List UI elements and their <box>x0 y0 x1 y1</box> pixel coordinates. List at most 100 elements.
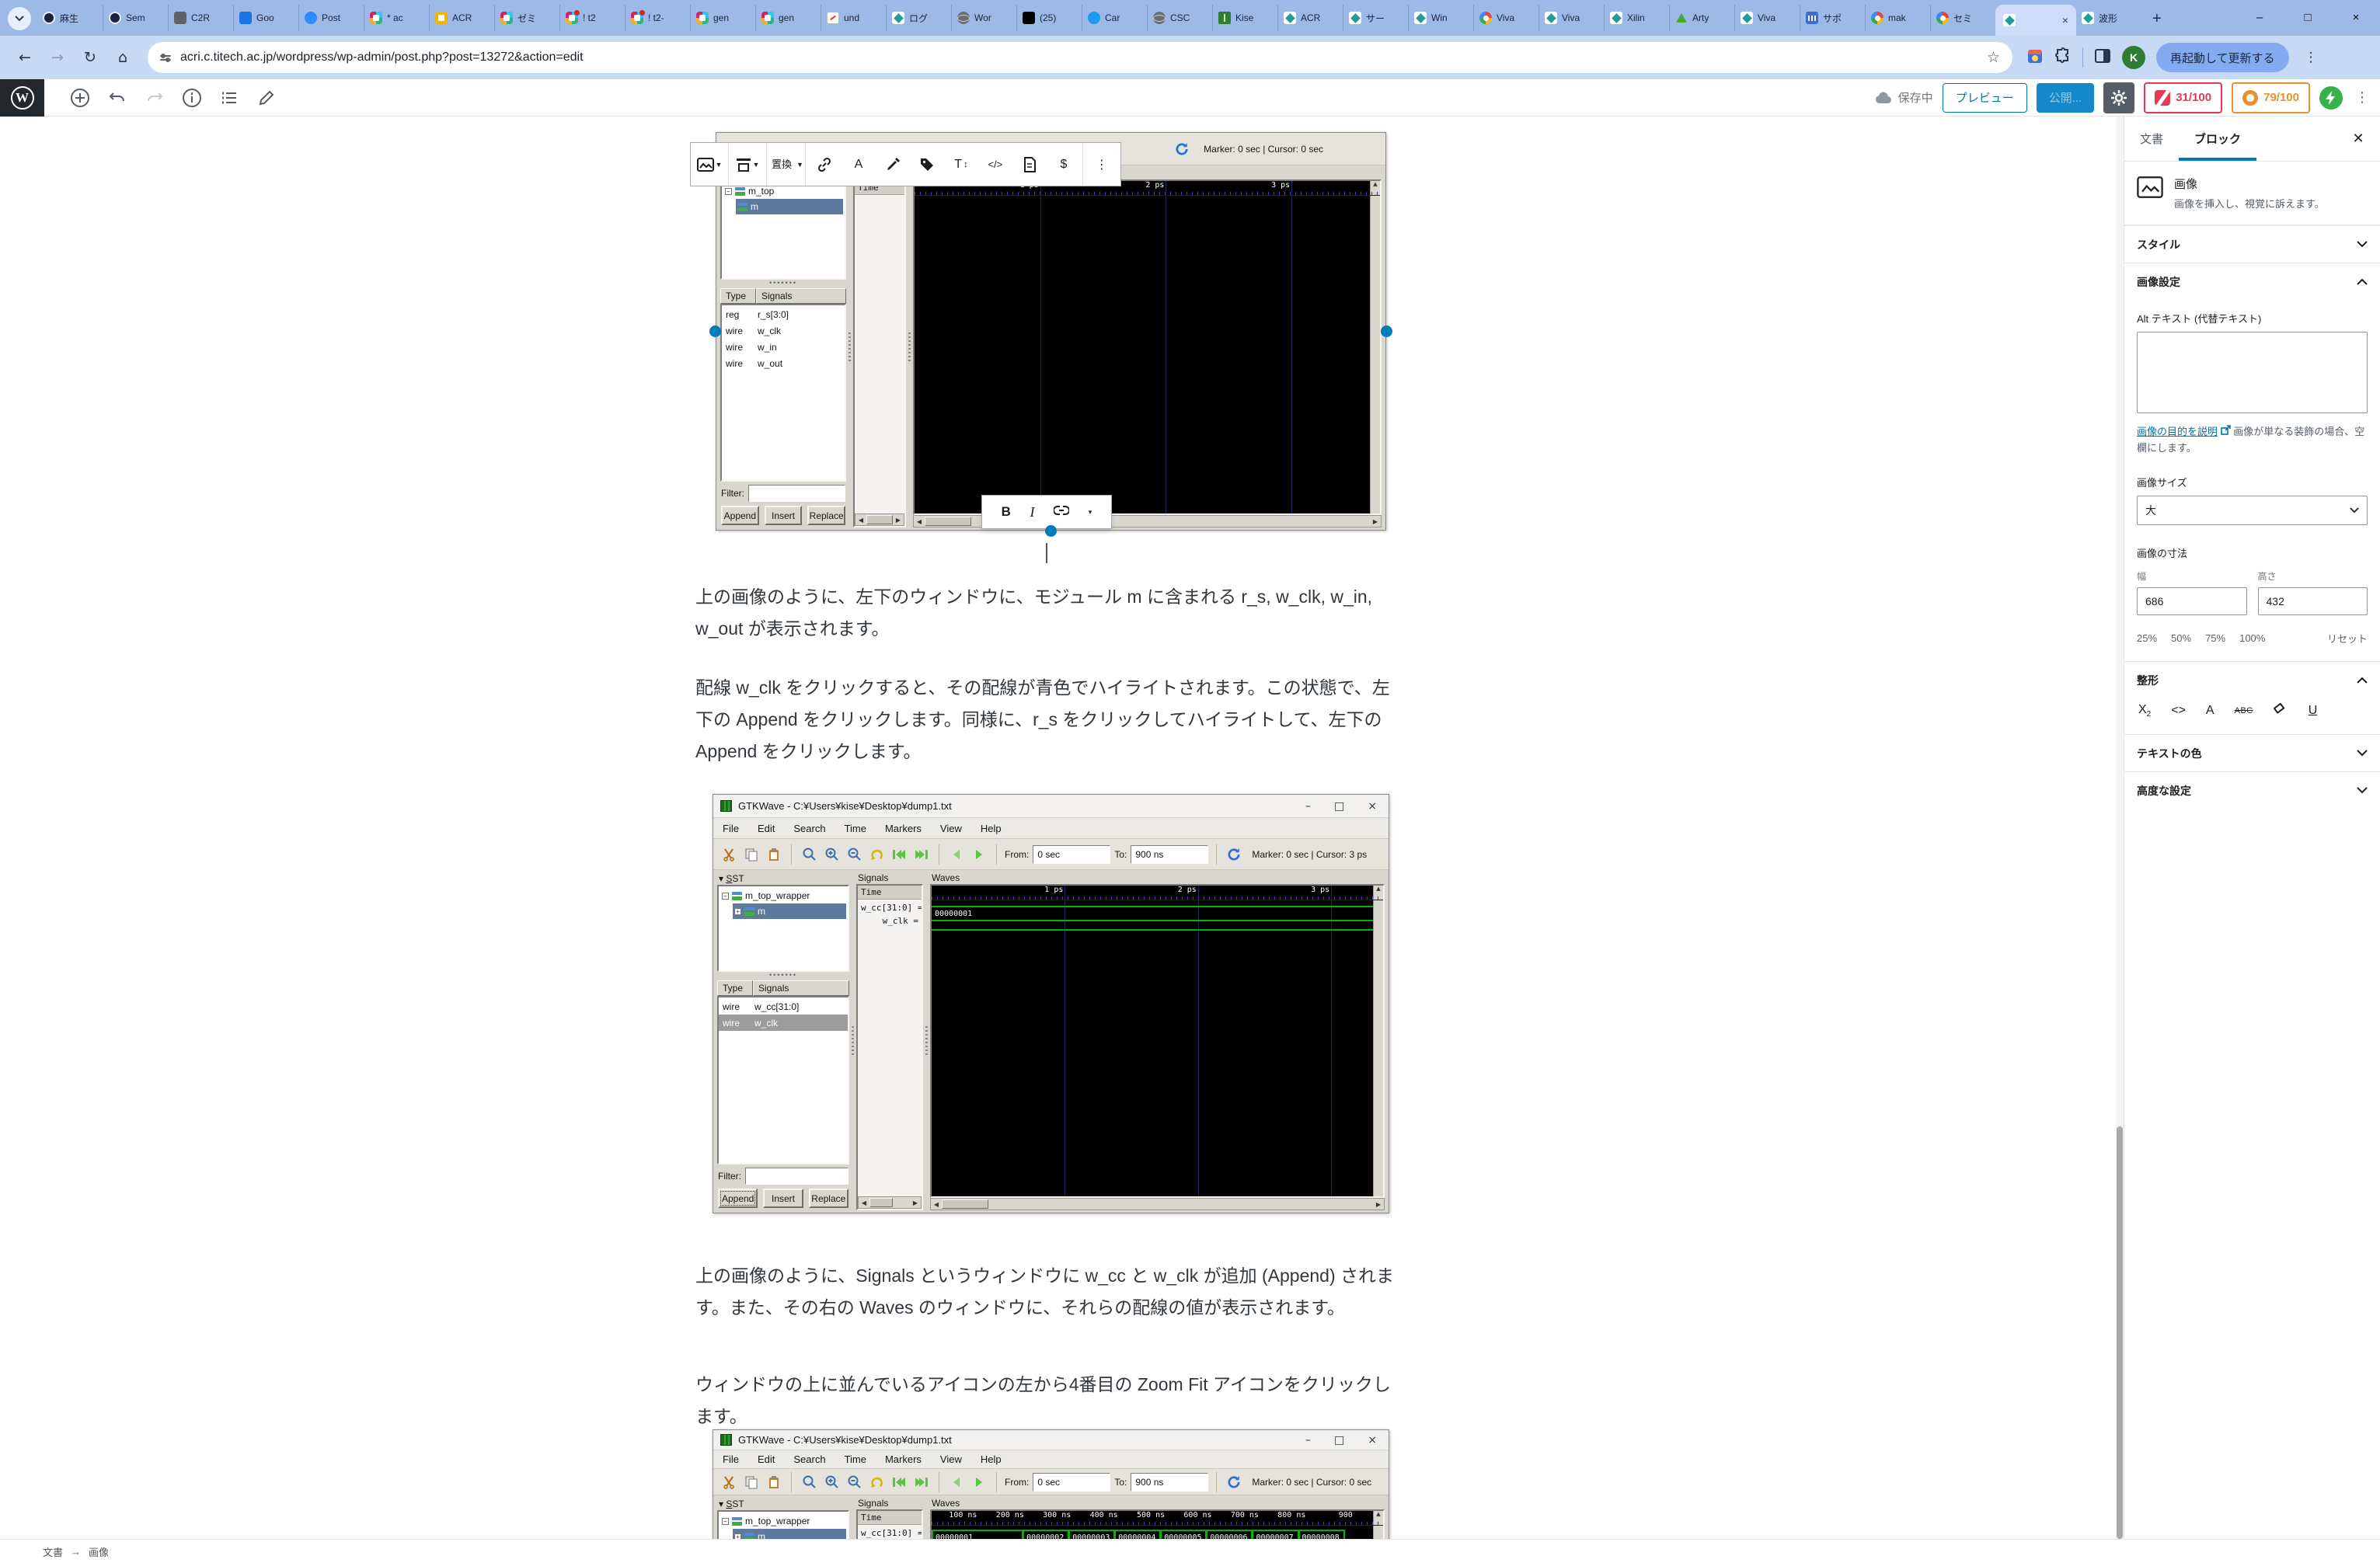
alt-text-input[interactable] <box>2137 332 2368 413</box>
calendar-extension-icon[interactable] <box>2026 47 2044 68</box>
reset-button[interactable]: リセット <box>2327 631 2368 646</box>
paragraph[interactable]: ウィンドウの上に並んでいるアイコンの左から4番目の Zoom Fit アイコンを… <box>695 1369 1395 1432</box>
subscript-button[interactable]: X2 <box>2138 703 2151 719</box>
profile-avatar[interactable]: K <box>2122 46 2145 69</box>
editor-scrollbar[interactable] <box>2116 117 2124 1539</box>
text-style-button[interactable]: A <box>2206 704 2214 718</box>
preview-button[interactable]: プレビュー <box>1942 82 2027 113</box>
footnote-button[interactable] <box>1012 143 1047 186</box>
signal-name[interactable]: w_cc[31:0] = <box>858 900 922 913</box>
resize-handle-right[interactable] <box>1381 325 1392 337</box>
insert-button[interactable]: Insert <box>764 506 803 525</box>
browser-tab[interactable]: ACR × <box>1277 5 1343 31</box>
browser-tab[interactable]: Xilin × <box>1604 5 1669 31</box>
block-options-menu[interactable]: ⋮ <box>1085 143 1119 186</box>
v-scrollbar[interactable]: ▲ <box>1373 886 1383 1196</box>
v-scrollbar[interactable]: ▲ <box>1370 181 1380 513</box>
panel-splitter[interactable] <box>849 872 856 1210</box>
browser-tab[interactable]: ゼミ × <box>494 5 559 31</box>
height-input[interactable]: 432 <box>2257 587 2368 615</box>
filter-input[interactable] <box>745 1168 849 1185</box>
wave-display[interactable]: 1 ps2 ps3 ps ▲ <box>913 179 1382 515</box>
close-button[interactable]: × <box>2332 0 2380 36</box>
bold-button[interactable]: B <box>1002 504 1011 520</box>
browser-tab[interactable]: Arty × <box>1669 5 1734 31</box>
signal-table-header[interactable]: Type Signals <box>717 980 849 996</box>
browser-tab[interactable]: ! t2 × <box>559 5 625 31</box>
signal-name[interactable]: w_clk = <box>858 913 922 926</box>
extensions-puzzle-icon[interactable] <box>2054 47 2072 68</box>
italic-button[interactable]: I <box>1030 504 1035 520</box>
signal-table-header[interactable]: Type Signals <box>720 288 846 304</box>
browser-tab[interactable]: Win × <box>1408 5 1473 31</box>
format-panel-toggle[interactable]: 整形 <box>2124 661 2380 698</box>
scrollbar-thumb[interactable] <box>2117 1126 2123 1539</box>
signal-row[interactable]: reg r_s[3:0] <box>722 306 845 322</box>
yoast-seo-badge[interactable]: 31/100 <box>2144 82 2223 113</box>
panel-splitter[interactable] <box>849 1498 856 1539</box>
browser-tab[interactable]: mak × <box>1865 5 1930 31</box>
browser-tab[interactable]: ! t2- × <box>625 5 690 31</box>
block-align-button[interactable]: ▼ <box>730 143 765 186</box>
reload-button[interactable]: ↻ <box>76 44 104 71</box>
h-scrollbar[interactable]: ◀ ▶ <box>858 1196 922 1209</box>
panel-splitter[interactable] <box>923 872 930 1210</box>
gtkwave-screenshot-3[interactable]: GTKWave - C:¥Users¥kise¥Desktop¥dump1.tx… <box>713 1429 1389 1539</box>
block-type-image-button[interactable]: ▼ <box>692 143 727 186</box>
scale-button[interactable]: 100% <box>2239 632 2265 644</box>
browser-tab[interactable]: サー × <box>1343 5 1408 31</box>
tab-close-icon[interactable]: × <box>2062 14 2068 26</box>
panel-splitter[interactable] <box>846 168 853 527</box>
close-sidebar-icon[interactable]: ✕ <box>2336 117 2380 161</box>
browser-tab[interactable]: ログ × <box>886 5 951 31</box>
publish-button[interactable]: 公開... <box>2036 82 2095 113</box>
alt-help-link[interactable]: 画像の目的を説明 <box>2137 426 2218 437</box>
text-color-panel-toggle[interactable]: テキストの色 <box>2124 734 2380 771</box>
style-panel-toggle[interactable]: スタイル <box>2124 225 2380 263</box>
home-button[interactable]: ⌂ <box>109 44 137 71</box>
browser-tab[interactable]: Goo × <box>233 5 298 31</box>
more-formats-dropdown[interactable]: ▾ <box>1089 508 1092 517</box>
link-button[interactable] <box>1053 505 1071 520</box>
link-button[interactable] <box>807 143 842 186</box>
signal-row[interactable]: wire w_clk <box>719 1015 848 1031</box>
browser-tab[interactable]: ACR × <box>429 5 494 31</box>
browser-tab[interactable]: (25) × <box>1016 5 1082 31</box>
browser-tab[interactable]: gen × <box>755 5 821 31</box>
settings-gear-button[interactable] <box>2103 82 2135 113</box>
resize-handle-left[interactable] <box>709 325 721 337</box>
wordpress-logo[interactable]: W <box>0 78 44 117</box>
browser-tab[interactable]: Viva × <box>1734 5 1800 31</box>
editor-options-menu[interactable]: ⋮ <box>2355 89 2369 106</box>
sst-tree[interactable]: − m_top m <box>720 180 846 280</box>
image-settings-panel-toggle[interactable]: 画像設定 <box>2124 263 2380 300</box>
signal-row[interactable]: wire w_clk <box>722 322 845 339</box>
browser-menu-icon[interactable]: ⋮ <box>2305 50 2318 65</box>
from-input[interactable]: 0 sec <box>1033 844 1111 864</box>
side-panel-icon[interactable] <box>2094 47 2111 68</box>
replace-button[interactable]: Replace <box>808 1189 849 1208</box>
dollar-button[interactable]: $ <box>1047 143 1081 186</box>
browser-tab[interactable]: 波形 × <box>2076 5 2141 31</box>
readability-badge[interactable]: 79/100 <box>2232 82 2310 113</box>
breadcrumb-block[interactable]: 画像 <box>89 1544 109 1559</box>
site-info-icon[interactable] <box>160 53 171 62</box>
minimize-button[interactable]: – <box>2235 0 2284 36</box>
browser-tab[interactable]: und × <box>821 5 886 31</box>
to-input[interactable]: 900 ns <box>1131 1472 1209 1492</box>
eraser-button[interactable] <box>2273 702 2288 719</box>
panel-splitter[interactable] <box>906 168 913 527</box>
browser-tab[interactable]: Kise × <box>1212 5 1277 31</box>
h-scrollbar[interactable]: ◀ ▶ <box>855 513 904 526</box>
sst-tree[interactable]: − m_top_wrapper + m <box>717 885 849 972</box>
scale-button[interactable]: 25% <box>2137 632 2157 644</box>
browser-tab[interactable]: Sem × <box>103 5 168 31</box>
undo-button[interactable] <box>99 79 136 117</box>
restart-update-button[interactable]: 再起動して更新する <box>2156 43 2289 72</box>
jetpack-boost-icon[interactable] <box>2319 85 2343 110</box>
width-input[interactable]: 686 <box>2137 587 2247 615</box>
signal-row[interactable]: wire w_in <box>722 339 845 355</box>
scale-button[interactable]: 75% <box>2205 632 2225 644</box>
replace-image-button[interactable]: 置換 ▼ <box>768 143 803 186</box>
tab-search-button[interactable] <box>8 7 31 30</box>
